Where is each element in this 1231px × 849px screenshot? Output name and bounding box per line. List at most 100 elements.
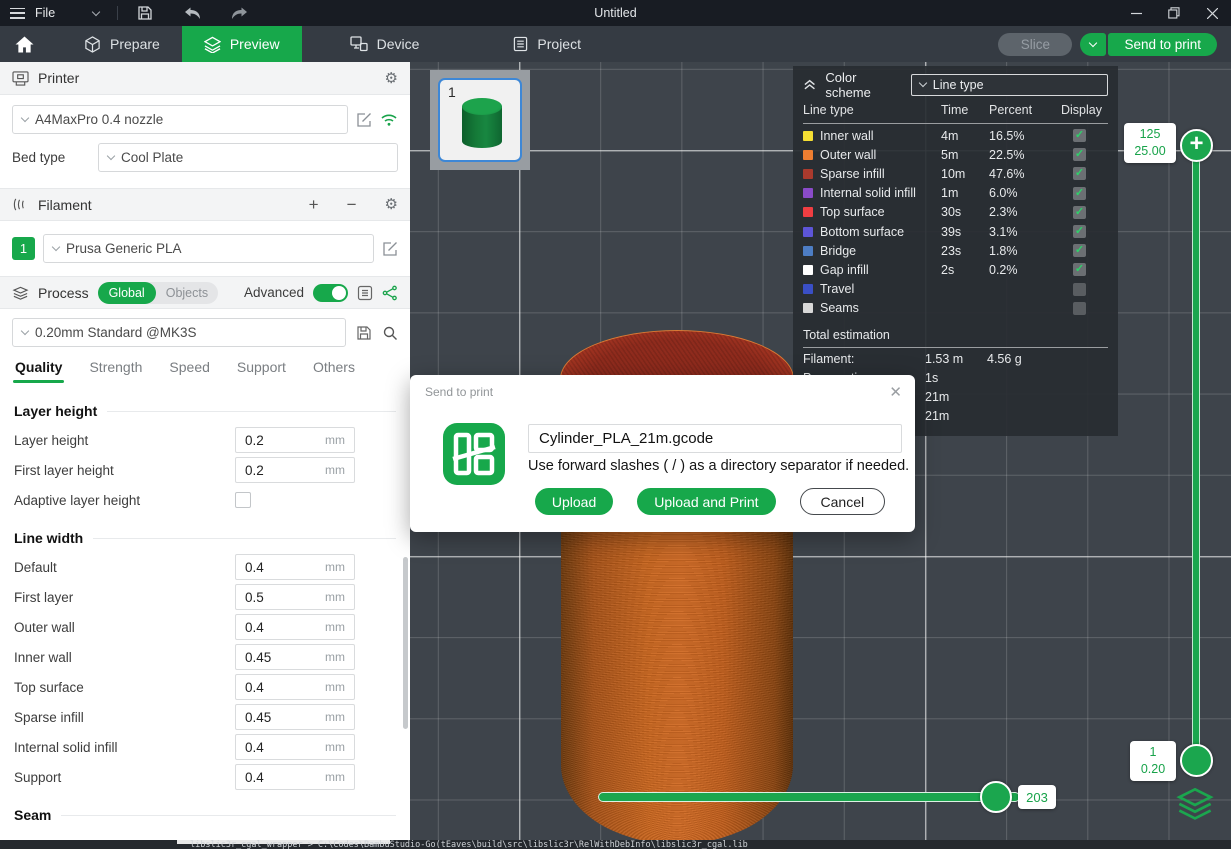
first-layer-height-input[interactable]: 0.2 mm	[235, 457, 355, 483]
param-row: Support 0.4 mm	[14, 762, 396, 792]
send-to-print-button[interactable]: Send to print	[1108, 33, 1217, 56]
plate-thumbnail[interactable]: 1	[430, 70, 530, 170]
layer-slider-top-label: 125 25.00	[1124, 123, 1176, 163]
tab-prepare[interactable]: Prepare	[62, 26, 182, 62]
display-checkbox[interactable]: ✓	[1073, 206, 1086, 219]
line-width-top-surface-input[interactable]: 0.4 mm	[235, 674, 355, 700]
background-console-strip: libslic3r_cgal_wrapper > C:\Codes\BambuS…	[0, 840, 1231, 849]
legend-row: Inner wall 4m 16.5% ✓	[803, 126, 1108, 145]
home-button[interactable]	[0, 26, 48, 62]
edit-printer-icon[interactable]	[356, 112, 372, 128]
param-row: Inner wall 0.45 mm	[14, 642, 396, 672]
process-scope-toggle[interactable]: Global Objects	[98, 282, 219, 304]
display-checkbox[interactable]: ✓	[1073, 129, 1086, 142]
scope-global[interactable]: Global	[98, 282, 156, 304]
dialog-close-icon[interactable]: ✕	[889, 383, 902, 401]
line-width-support-input[interactable]: 0.4 mm	[235, 764, 355, 790]
layer-slider-track[interactable]	[1192, 145, 1200, 761]
filament-section-header: Filament + − ⚙	[0, 188, 410, 221]
project-icon	[513, 36, 528, 52]
moves-slider-track[interactable]	[598, 792, 1020, 802]
tab-preview[interactable]: Preview	[182, 26, 302, 62]
display-checkbox[interactable]: ✓	[1073, 225, 1086, 238]
redo-icon[interactable]	[230, 4, 248, 22]
sidebar-scrollbar[interactable]	[403, 557, 408, 729]
layer-slider-bottom-label: 1 0.20	[1130, 741, 1176, 781]
view-mode-select[interactable]: Line type	[911, 74, 1108, 96]
line-width-sparse-infill-input[interactable]: 0.45 mm	[235, 704, 355, 730]
display-checkbox[interactable]: ✓	[1073, 263, 1086, 276]
seam-section-title: Seam	[14, 807, 396, 823]
save-icon[interactable]	[136, 4, 154, 22]
param-row: First layer height 0.2 mm	[14, 455, 396, 485]
bed-type-label: Bed type	[12, 150, 90, 165]
layer-height-input[interactable]: 0.2 mm	[235, 427, 355, 453]
tab-strength[interactable]: Strength	[89, 359, 142, 383]
line-width-default-input[interactable]: 0.4 mm	[235, 554, 355, 580]
adaptive-layer-height-checkbox[interactable]	[235, 492, 251, 508]
parameter-list-icon[interactable]	[357, 285, 373, 301]
sparse-infill-swatch	[803, 169, 813, 179]
seams-swatch	[803, 303, 813, 313]
display-checkbox[interactable]: ✓	[1073, 167, 1086, 180]
moves-slider-handle[interactable]	[980, 781, 1012, 813]
maximize-button[interactable]	[1155, 0, 1193, 26]
display-checkbox[interactable]: ✓	[1073, 148, 1086, 161]
param-row: Default 0.4 mm	[14, 552, 396, 582]
tab-device[interactable]: Device	[328, 26, 442, 62]
printer-settings-gear-icon[interactable]: ⚙	[385, 71, 398, 86]
filename-input[interactable]	[528, 424, 902, 453]
param-row: Layer height 0.2 mm	[14, 425, 396, 455]
layer-slider-bottom-handle[interactable]	[1180, 744, 1213, 777]
line-width-inner-wall-input[interactable]: 0.45 mm	[235, 644, 355, 670]
minimize-button[interactable]	[1117, 0, 1155, 26]
layers-mode-icon[interactable]	[1176, 788, 1214, 822]
param-row: First layer 0.5 mm	[14, 582, 396, 612]
line-width-outer-wall-input[interactable]: 0.4 mm	[235, 614, 355, 640]
line-width-first-layer-input[interactable]: 0.5 mm	[235, 584, 355, 610]
advanced-toggle[interactable]	[313, 284, 348, 302]
remove-filament-button[interactable]: −	[347, 196, 357, 213]
send-dropdown-button[interactable]	[1080, 33, 1106, 56]
upload-button[interactable]: Upload	[535, 488, 613, 515]
save-preset-icon[interactable]	[356, 325, 372, 341]
file-menu[interactable]: File	[35, 6, 55, 20]
close-button[interactable]	[1193, 0, 1231, 26]
chevron-down-icon	[107, 152, 115, 160]
filament-icon	[12, 197, 29, 212]
add-filament-button[interactable]: +	[309, 196, 319, 213]
process-tabs: Quality Strength Speed Support Others	[0, 353, 410, 386]
tab-speed[interactable]: Speed	[169, 359, 209, 383]
scope-objects[interactable]: Objects	[156, 286, 218, 300]
slice-button[interactable]: Slice	[998, 33, 1072, 56]
display-checkbox[interactable]: ✓	[1073, 302, 1086, 315]
tab-support[interactable]: Support	[237, 359, 286, 383]
tab-project[interactable]: Project	[491, 26, 603, 62]
upload-and-print-button[interactable]: Upload and Print	[637, 488, 775, 515]
collapse-panel-icon[interactable]	[803, 79, 816, 91]
display-checkbox[interactable]: ✓	[1073, 244, 1086, 257]
app-window: File Untitled	[0, 0, 1231, 849]
settings-sidebar: Printer ⚙ A4MaxPro 0.4 nozzle Bed type	[0, 62, 410, 840]
display-checkbox[interactable]: ✓	[1073, 187, 1086, 200]
undo-icon[interactable]	[184, 4, 202, 22]
file-menu-chevron-icon[interactable]	[92, 7, 100, 15]
filament-settings-gear-icon[interactable]: ⚙	[385, 197, 398, 212]
legend-row: Bridge 23s 1.8% ✓	[803, 241, 1108, 260]
tab-quality[interactable]: Quality	[15, 359, 62, 383]
filament-preset-select[interactable]: Prusa Generic PLA	[43, 234, 374, 263]
tab-others[interactable]: Others	[313, 359, 355, 383]
objects-parameter-icon[interactable]	[382, 285, 398, 301]
process-preset-select[interactable]: 0.20mm Standard @MK3S	[12, 318, 346, 347]
bed-type-select[interactable]: Cool Plate	[98, 143, 398, 172]
layer-slider-top-handle[interactable]: +	[1180, 129, 1213, 162]
cancel-button[interactable]: Cancel	[800, 488, 886, 515]
edit-filament-icon[interactable]	[382, 241, 398, 257]
printer-preset-select[interactable]: A4MaxPro 0.4 nozzle	[12, 105, 348, 134]
wifi-connected-icon[interactable]	[380, 113, 398, 127]
filament-slot-badge[interactable]: 1	[12, 237, 35, 260]
process-layers-icon	[12, 286, 29, 300]
search-icon[interactable]	[382, 325, 398, 341]
line-width-internal-solid-input[interactable]: 0.4 mm	[235, 734, 355, 760]
display-checkbox[interactable]: ✓	[1073, 283, 1086, 296]
